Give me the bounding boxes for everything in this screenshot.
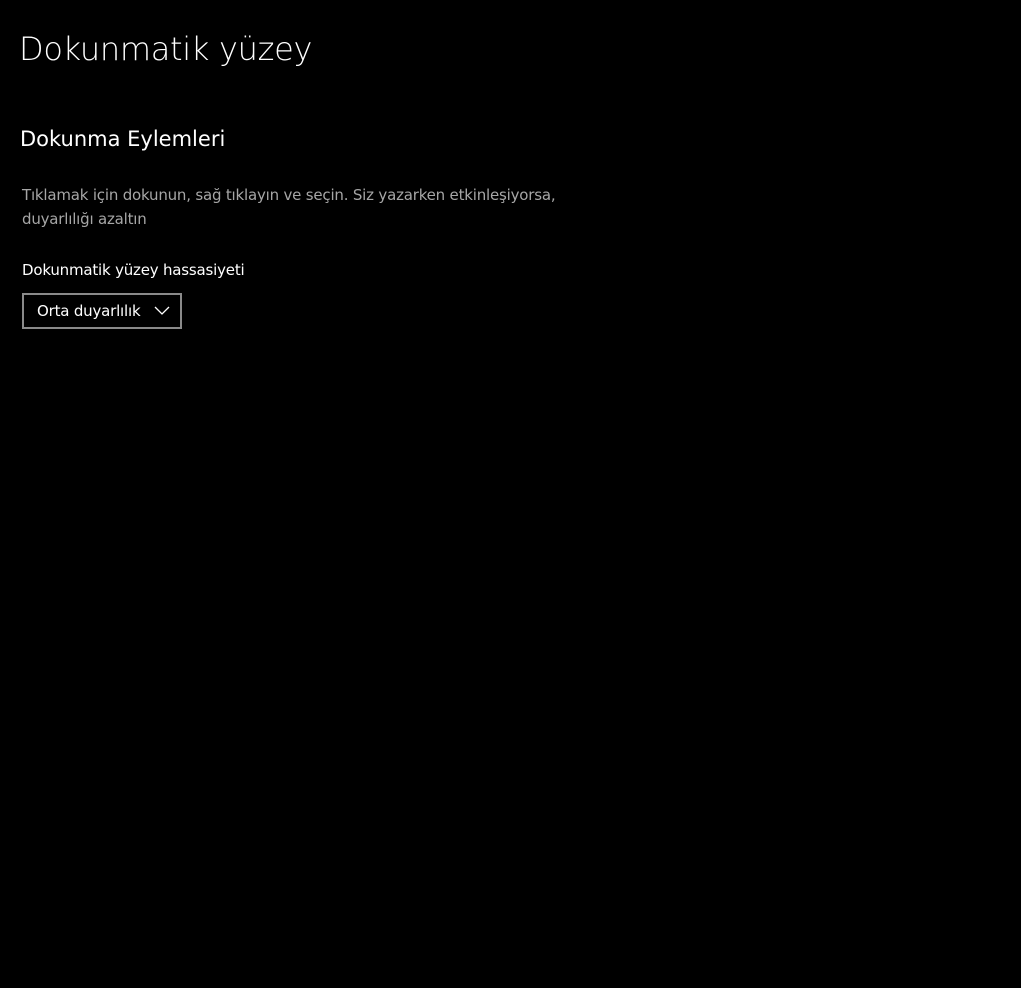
section-description: Tıklamak için dokunun, sağ tıklayın ve s… [22, 186, 556, 228]
chevron-down-icon [154, 306, 170, 315]
settings-page: Dokunmatik yüzey Dokunma Eylemleri Tıkla… [0, 0, 1021, 988]
sensitivity-selected-value: Orta duyarlılık [37, 302, 141, 320]
page-title: Dokunmatik yüzey [19, 30, 313, 68]
sensitivity-dropdown[interactable]: Orta duyarlılık [22, 293, 182, 329]
sensitivity-label: Dokunmatik yüzey hassasiyeti [22, 261, 245, 279]
section-title: Dokunma Eylemleri [20, 127, 226, 151]
